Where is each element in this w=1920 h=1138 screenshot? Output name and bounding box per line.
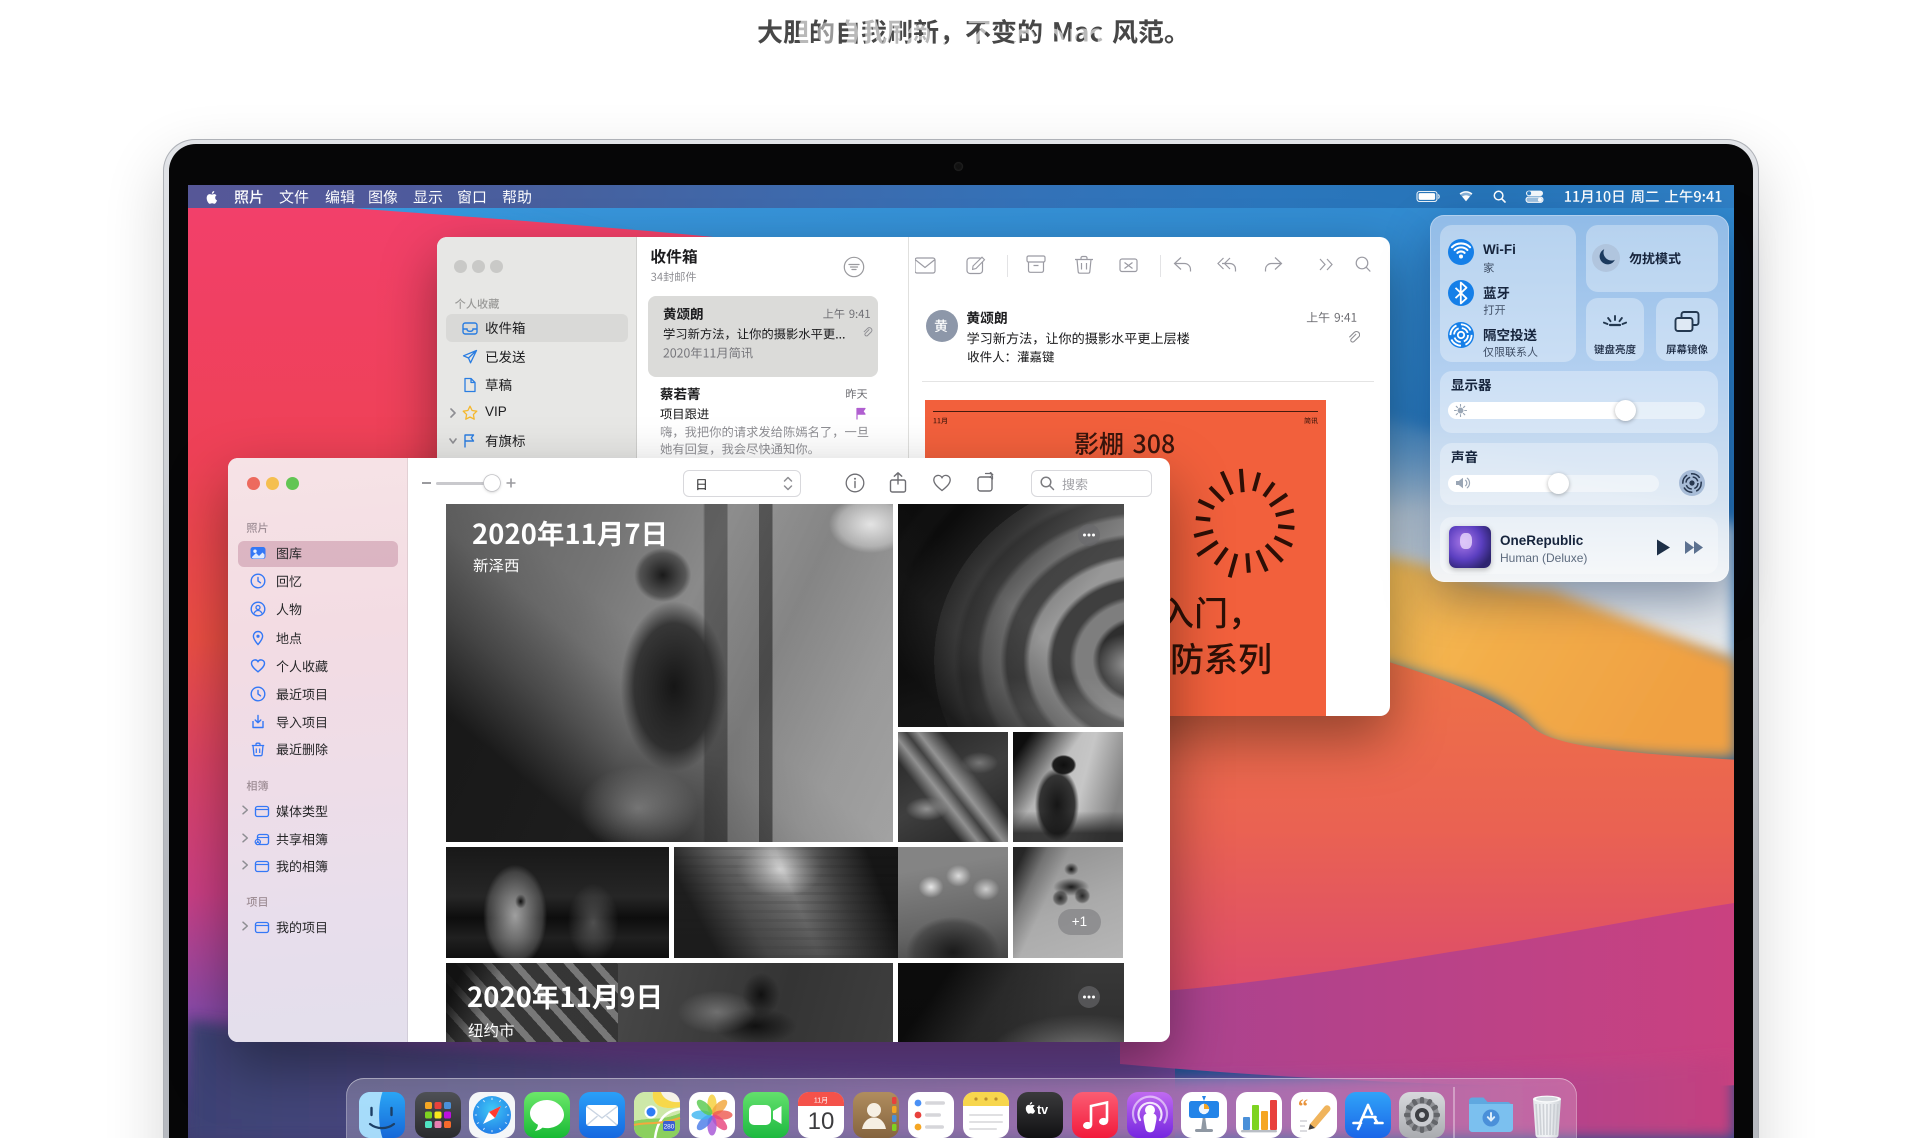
svg-text:10: 10: [808, 1108, 835, 1135]
svg-text:“: “: [1298, 1096, 1308, 1118]
svg-text:280: 280: [664, 1124, 675, 1131]
svg-text:11月: 11月: [814, 1097, 828, 1105]
svg-text:tv: tv: [1037, 1103, 1048, 1117]
